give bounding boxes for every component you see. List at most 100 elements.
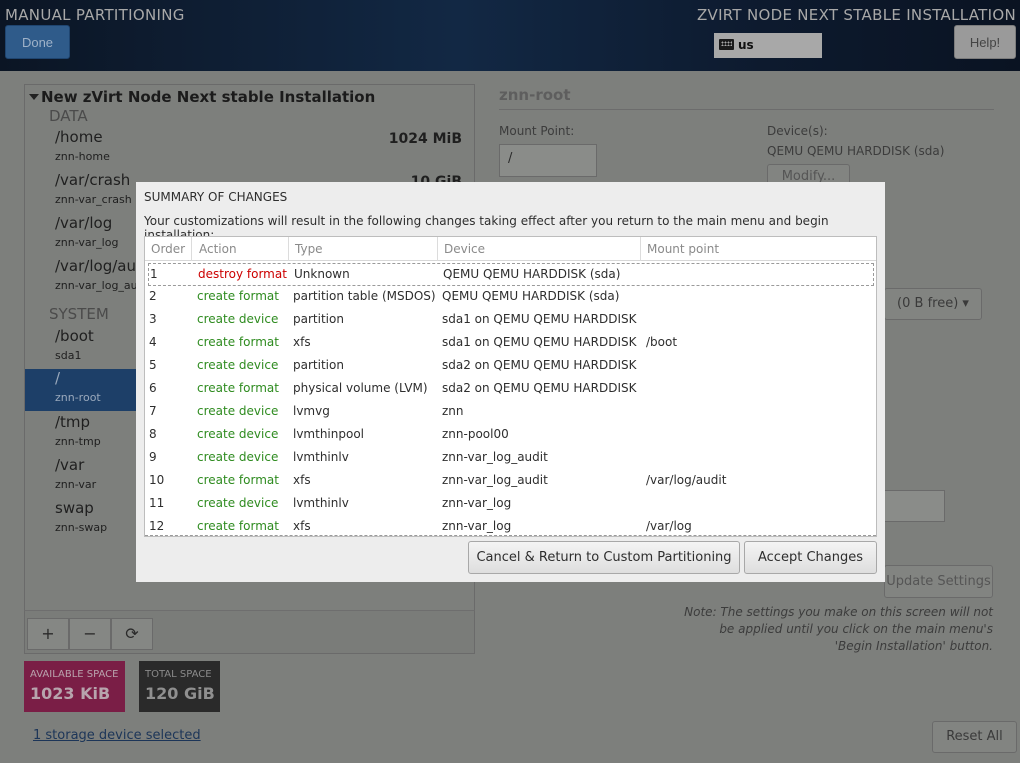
section-system: SYSTEM — [49, 305, 109, 323]
mount-toolbar: + − ⟳ — [24, 610, 475, 654]
cell-action: create format — [197, 335, 279, 349]
divider — [499, 109, 994, 110]
capacity-input[interactable] — [884, 490, 945, 522]
cell-action: create device — [197, 496, 279, 510]
table-row[interactable]: 10 create format xfs znn-var_log_audit/var/… — [145, 470, 876, 493]
column-mount-point[interactable]: Mount point — [641, 237, 876, 261]
cell-device: znn-var_log_audit — [442, 473, 548, 487]
volume-group-select[interactable]: (0 B free) ▾ — [884, 288, 982, 320]
table-row[interactable]: 2 create format partition table (MSDOS) QEM… — [145, 286, 876, 309]
cell-device: QEMU QEMU HARDDISK (sda) — [443, 267, 621, 281]
cell-action: create format — [197, 289, 279, 303]
dialog-title: SUMMARY OF CHANGES — [144, 190, 288, 204]
mount-name: /var — [55, 456, 85, 474]
devices-value: QEMU QEMU HARDDISK (sda) — [767, 144, 945, 158]
remove-mount-button[interactable]: − — [69, 618, 111, 650]
settings-note: Note: The settings you make on this scre… — [684, 605, 993, 653]
update-settings-button[interactable]: Update Settings — [884, 565, 993, 598]
available-space-badge: AVAILABLE SPACE 1023 KiB — [24, 661, 125, 712]
add-mount-button[interactable]: + — [27, 618, 69, 650]
cell-type: lvmthinpool — [293, 427, 365, 441]
mount-point-input[interactable]: / — [499, 144, 597, 177]
keyboard-icon — [719, 39, 734, 50]
mount-device: znn-var_crash — [55, 193, 132, 206]
devices-label: Device(s): — [767, 124, 828, 138]
summary-of-changes-dialog: SUMMARY OF CHANGES Your customizations w… — [136, 182, 885, 582]
cell-device: znn-var_log — [442, 496, 512, 510]
table-row[interactable]: 3 create device partition sda1 on QEMU QEMU… — [145, 309, 876, 332]
cell-type: lvmthinlv — [293, 450, 349, 464]
cell-action: create format — [197, 473, 279, 487]
mount-name: /boot — [55, 327, 94, 345]
keyboard-layout-indicator[interactable]: us — [714, 33, 822, 58]
mount-device: znn-var_log — [55, 236, 119, 249]
cell-order: 2 — [149, 289, 157, 303]
available-space-value: 1023 KiB — [30, 684, 111, 703]
table-header: Order Action Type Device Mount point — [145, 237, 876, 261]
cell-device: QEMU QEMU HARDDISK (sda) — [442, 289, 620, 303]
mount-name: /var/log — [55, 214, 113, 232]
cell-order: 8 — [149, 427, 157, 441]
mount-device: znn-var — [55, 478, 97, 491]
storage-device-link[interactable]: 1 storage device selected — [33, 728, 201, 743]
mount-point-label: Mount Point: — [499, 124, 575, 138]
cell-action: create device — [197, 404, 279, 418]
keyboard-layout-label: us — [738, 38, 754, 52]
mount-name: /var/crash — [55, 171, 131, 189]
cell-type: xfs — [293, 519, 311, 533]
done-button[interactable]: Done — [5, 25, 70, 59]
table-row[interactable]: 5 create device partition sda2 on QEMU QEMU… — [145, 355, 876, 378]
cell-action: create device — [197, 358, 279, 372]
cell-action: create device — [197, 450, 279, 464]
table-row[interactable]: 11 create device lvmthinlv znn-var_log — [145, 493, 876, 516]
cell-device: sda2 on QEMU QEMU HARDDISK — [442, 358, 637, 372]
table-row[interactable]: 9 create device lvmthinlv znn-var_log_audit — [145, 447, 876, 470]
cell-type: xfs — [293, 335, 311, 349]
mount-device: znn-root — [55, 391, 101, 404]
column-action[interactable]: Action — [193, 237, 289, 261]
mount-device: znn-var_log_au — [55, 279, 138, 292]
cell-device: sda2 on QEMU QEMU HARDDISK — [442, 381, 637, 395]
column-device[interactable]: Device — [438, 237, 641, 261]
cancel-return-button[interactable]: Cancel & Return to Custom Partitioning — [468, 541, 740, 574]
total-space-value: 120 GiB — [145, 684, 215, 703]
cell-order: 5 — [149, 358, 157, 372]
cell-action: create device — [197, 427, 279, 441]
cell-device: znn-var_log — [442, 519, 512, 533]
accept-changes-button[interactable]: Accept Changes — [744, 541, 877, 574]
reset-all-button[interactable]: Reset All — [932, 721, 1017, 753]
mount-item-home[interactable]: /home znn-home 1024 MiB — [25, 128, 474, 170]
mount-device: sda1 — [55, 349, 82, 362]
mount-name: swap — [55, 499, 94, 517]
cell-mount: /var/log — [646, 519, 692, 533]
total-space-label: TOTAL SPACE — [145, 669, 212, 680]
table-row[interactable]: 1 destroy format Unknown QEMU QEMU HARDDISK… — [148, 263, 874, 286]
cell-action: destroy format — [198, 267, 287, 281]
table-row[interactable]: 8 create device lvmthinpool znn-pool00 — [145, 424, 876, 447]
cell-device: znn-var_log_audit — [442, 450, 548, 464]
cell-type: lvmthinlv — [293, 496, 349, 510]
installation-name[interactable]: New zVirt Node Next stable Installation — [41, 88, 375, 106]
cell-order: 12 — [149, 519, 165, 533]
help-button[interactable]: Help! — [954, 25, 1016, 59]
cell-mount: /boot — [646, 335, 678, 349]
volume-free-label: (0 B free) — [897, 296, 959, 311]
cell-type: Unknown — [294, 267, 350, 281]
table-row[interactable]: 12 create format xfs znn-var_log/var/log — [145, 516, 876, 536]
refresh-icon[interactable]: ⟳ — [111, 618, 153, 650]
cell-type: physical volume (LVM) — [293, 381, 428, 395]
cell-order: 3 — [149, 312, 157, 326]
mount-device: znn-tmp — [55, 435, 101, 448]
table-row[interactable]: 4 create format xfs sda1 on QEMU QEMU HARDD… — [145, 332, 876, 355]
table-bottom-edge — [145, 535, 876, 536]
cell-device: sda1 on QEMU QEMU HARDDISK — [442, 335, 637, 349]
table-row[interactable]: 6 create format physical volume (LVM) sda2 … — [145, 378, 876, 401]
cell-order: 4 — [149, 335, 157, 349]
section-data: DATA — [49, 107, 88, 125]
expander-icon[interactable] — [29, 94, 39, 100]
cell-order: 9 — [149, 450, 157, 464]
mount-name: /home — [55, 128, 103, 146]
column-order[interactable]: Order — [145, 237, 192, 261]
table-row[interactable]: 7 create device lvmvg znn — [145, 401, 876, 424]
column-type[interactable]: Type — [289, 237, 438, 261]
